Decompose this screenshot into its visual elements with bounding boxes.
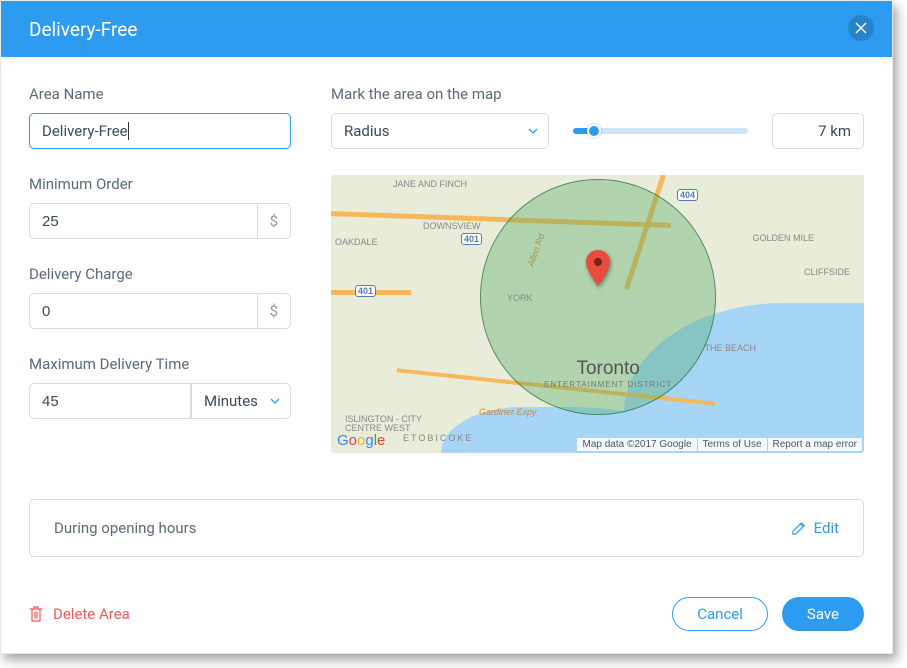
modal-footer: Delete Area Cancel Save	[29, 597, 864, 631]
min-order-label: Minimum Order	[29, 175, 291, 193]
chevron-down-icon	[270, 398, 280, 404]
map-text: ISLINGTON - CITY CENTRE WEST	[345, 415, 425, 433]
map-text: GOLDEN MILE	[752, 233, 814, 243]
text-cursor	[128, 122, 129, 140]
map-label: Mark the area on the map	[331, 85, 864, 103]
map-controls: Radius 7 km	[331, 113, 864, 149]
route-shield: 404	[677, 189, 698, 201]
area-name-input[interactable]: Delivery-Free	[29, 113, 291, 149]
close-button[interactable]	[848, 15, 874, 41]
map-report-link[interactable]: Report a map error	[767, 438, 862, 451]
min-order-group: Minimum Order $	[29, 175, 291, 239]
delivery-charge-input[interactable]	[29, 293, 258, 329]
map-column: Mark the area on the map Radius 7 km	[331, 85, 864, 453]
delivery-area-modal: Delivery-Free Area Name Delivery-Free Mi…	[0, 0, 893, 654]
pencil-icon	[791, 521, 806, 536]
trash-icon	[29, 606, 43, 622]
map-text: JANE AND FINCH	[393, 179, 467, 189]
delivery-charge-label: Delivery Charge	[29, 265, 291, 283]
map-attribution: Map data ©2017 Google Terms of Use Repor…	[577, 438, 862, 451]
radius-display[interactable]: 7 km	[772, 113, 864, 149]
map-text: Gardiner Expy	[479, 407, 537, 417]
google-logo: Google	[337, 432, 385, 449]
slider-thumb[interactable]	[587, 124, 601, 138]
area-name-group: Area Name Delivery-Free	[29, 85, 291, 149]
opening-hours-row: During opening hours Edit	[29, 499, 864, 557]
map-data-text: Map data ©2017 Google	[577, 438, 696, 451]
city-label: Toronto ENTERTAINMENT DISTRICT	[544, 358, 672, 389]
min-order-input[interactable]	[29, 203, 258, 239]
radius-slider-wrap	[567, 128, 754, 134]
modal-title: Delivery-Free	[29, 18, 137, 41]
opening-hours-text: During opening hours	[54, 519, 196, 537]
edit-label: Edit	[814, 519, 839, 537]
chevron-down-icon	[528, 128, 538, 134]
city-name: Toronto	[544, 358, 672, 380]
city-sub: ENTERTAINMENT DISTRICT	[544, 380, 672, 389]
map-terms-link[interactable]: Terms of Use	[697, 438, 767, 451]
map-canvas[interactable]: JANE AND FINCH DOWNSVIEW YORK GOLDEN MIL…	[331, 175, 864, 453]
area-name-label: Area Name	[29, 85, 291, 103]
area-name-value: Delivery-Free	[42, 122, 128, 140]
delete-area-link[interactable]: Delete Area	[29, 605, 130, 623]
route-shield: 401	[355, 285, 376, 297]
map-text: DOWNSVIEW	[423, 221, 481, 231]
map-text: OAKDALE	[335, 237, 378, 247]
radius-slider[interactable]	[573, 128, 748, 134]
cancel-button[interactable]: Cancel	[672, 597, 768, 631]
delete-label: Delete Area	[53, 605, 130, 623]
currency-suffix: $	[258, 293, 291, 329]
max-time-label: Maximum Delivery Time	[29, 355, 291, 373]
footer-buttons: Cancel Save	[672, 597, 864, 631]
map-text: THE BEACH	[704, 343, 756, 353]
time-unit-value: Minutes	[204, 392, 258, 410]
map-pin-icon[interactable]	[586, 250, 610, 290]
modal-header: Delivery-Free	[1, 1, 892, 57]
route-shield: 401	[461, 233, 482, 245]
shape-select[interactable]: Radius	[331, 113, 549, 149]
form-column: Area Name Delivery-Free Minimum Order $ …	[29, 85, 291, 453]
max-time-group: Maximum Delivery Time Minutes	[29, 355, 291, 419]
modal-body: Area Name Delivery-Free Minimum Order $ …	[1, 57, 892, 471]
map-text: CLIFFSIDE	[804, 267, 850, 277]
edit-hours-link[interactable]: Edit	[791, 519, 839, 537]
save-button[interactable]: Save	[782, 597, 864, 631]
map-text: ETOBICOKE	[403, 433, 473, 443]
shape-select-value: Radius	[344, 122, 390, 140]
time-unit-select[interactable]: Minutes	[191, 383, 291, 419]
delivery-charge-group: Delivery Charge $	[29, 265, 291, 329]
close-icon	[855, 22, 867, 34]
max-time-input[interactable]	[29, 383, 191, 419]
currency-suffix: $	[258, 203, 291, 239]
